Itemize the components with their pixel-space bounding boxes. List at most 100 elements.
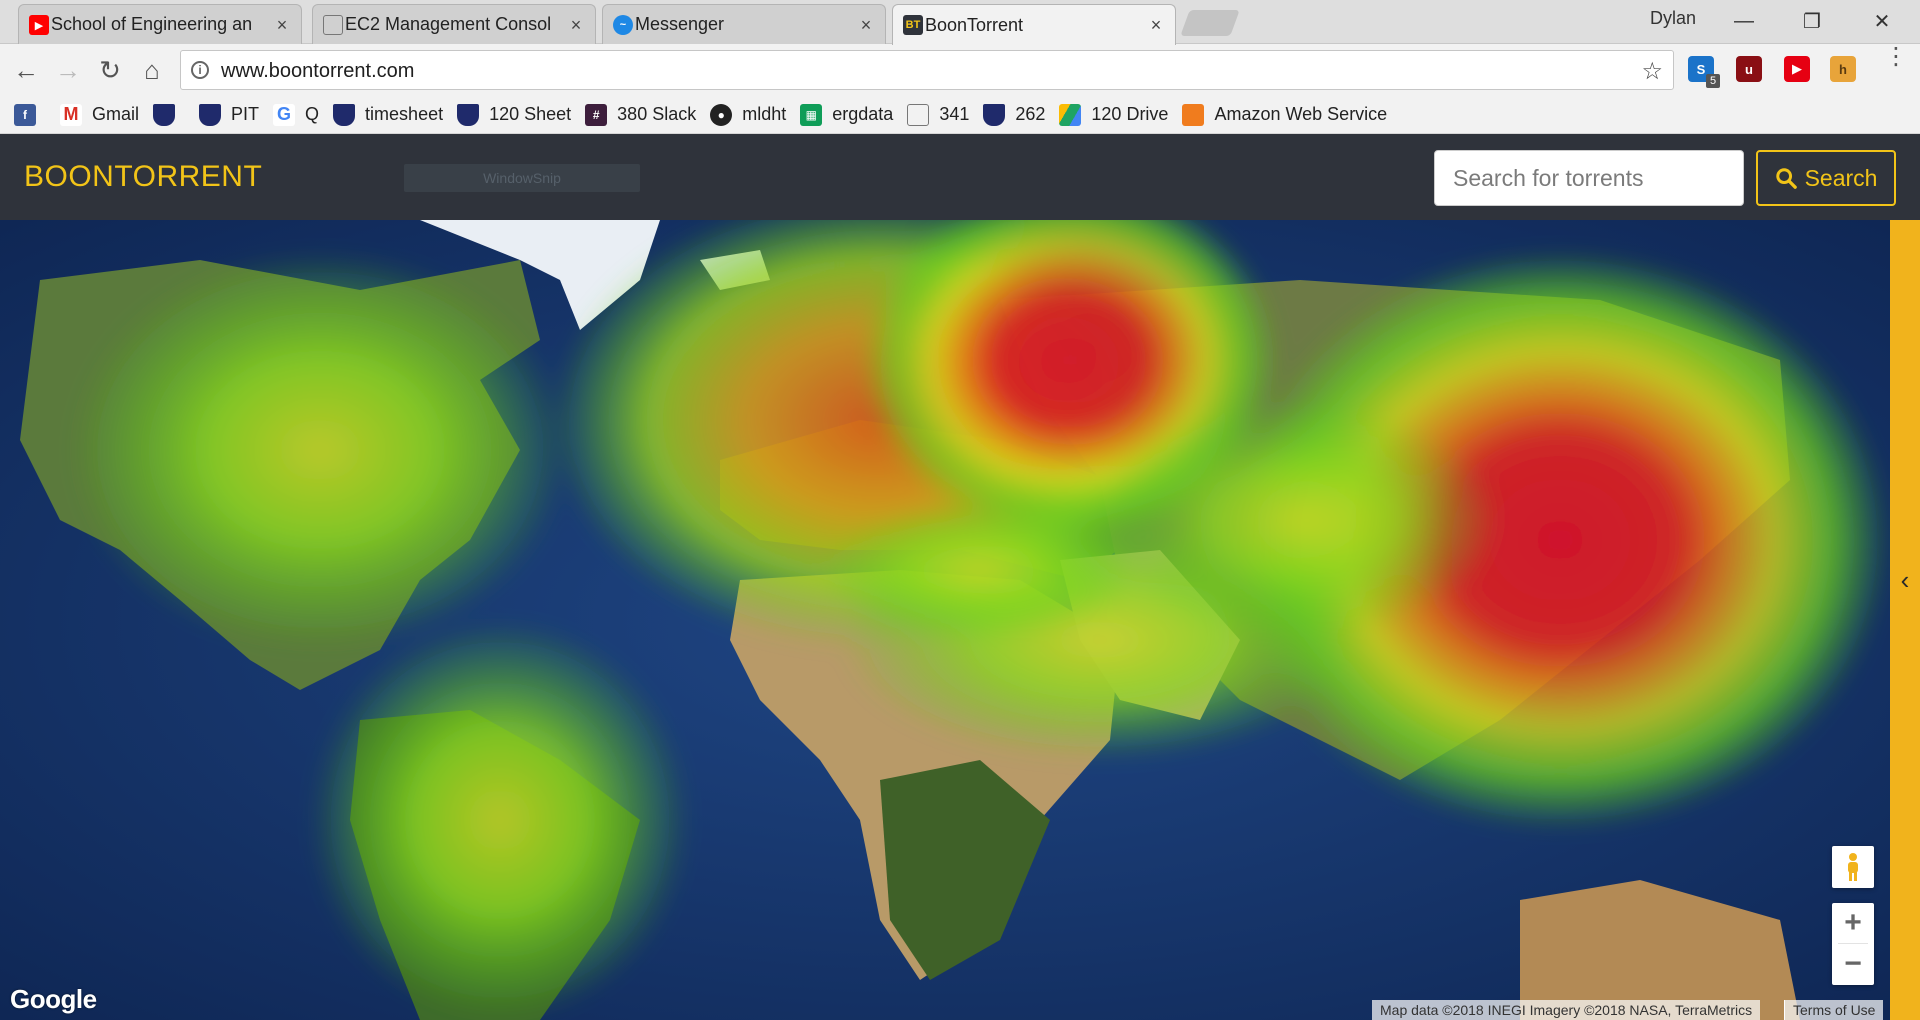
url-text[interactable]: www.boontorrent.com [221, 60, 414, 83]
tab-title: EC2 Management Consol [345, 14, 552, 34]
google-icon: G [273, 103, 296, 126]
bookmark-label: 120 Drive [1091, 104, 1169, 124]
tab-youtube[interactable]: ▶ School of Engineering an × [18, 4, 302, 44]
facebook-icon: f [14, 103, 36, 126]
bookmark-star-icon[interactable]: ☆ [1641, 57, 1663, 86]
tab-boontorrent[interactable]: BT BoonTorrent × [892, 4, 1176, 45]
bookmark-timesheet[interactable]: timesheet [333, 103, 444, 126]
terms-of-use-link[interactable]: Terms of Use [1784, 1000, 1884, 1020]
close-tab-icon[interactable]: × [273, 16, 291, 34]
heat-central-asia [1100, 400, 1500, 640]
sheets-icon: ▦ [800, 103, 823, 126]
bookmark-facebook[interactable]: f [14, 103, 46, 126]
new-tab-button[interactable] [1180, 10, 1240, 36]
tab-ec2[interactable]: EC2 Management Consol × [312, 4, 596, 44]
bookmark-gmail[interactable]: M Gmail [60, 103, 140, 126]
bookmark-ergdata[interactable]: ▦ ergdata [800, 103, 894, 126]
bookmark-pit[interactable]: PIT [199, 103, 260, 126]
site-navbar: BOONTORRENT WindowSnip Search [0, 134, 1920, 220]
close-tab-icon[interactable]: × [1147, 16, 1165, 34]
ublock-extension-icon[interactable]: u [1736, 56, 1762, 82]
search-icon [1775, 168, 1797, 189]
penn-shield-icon [333, 103, 356, 126]
address-bar[interactable]: i www.boontorrent.com ☆ [180, 50, 1674, 90]
slack-icon: # [585, 103, 608, 126]
minimize-icon[interactable]: — [1724, 6, 1764, 36]
zoom-in-button[interactable]: + [1832, 903, 1874, 943]
map-attribution: Map data ©2018 INEGI Imagery ©2018 NASA,… [1372, 1000, 1761, 1020]
bookmark-label: 262 [1015, 104, 1046, 124]
page-icon [323, 15, 343, 35]
zoom-control: + − [1832, 903, 1874, 985]
penn-shield-icon [457, 103, 480, 126]
bookmark-label: Q [305, 104, 320, 124]
tab-messenger[interactable]: ~ Messenger × [602, 4, 886, 44]
gmail-icon: M [60, 103, 82, 126]
back-icon[interactable]: ← [10, 54, 42, 86]
site-info-icon[interactable]: i [191, 61, 209, 79]
penn-shield-icon [153, 103, 176, 126]
bookmark-label: mldht [742, 104, 787, 124]
torrent-search-input[interactable] [1434, 150, 1744, 206]
boontorrent-favicon: BT [903, 15, 923, 35]
bookmark-380-slack[interactable]: #380 Slack [585, 103, 697, 126]
bookmark-120-drive[interactable]: 120 Drive [1059, 103, 1169, 126]
google-logo[interactable]: Google [10, 984, 97, 1015]
profile-name[interactable]: Dylan [1650, 8, 1696, 29]
browser-tab-strip: ▶ School of Engineering an × EC2 Managem… [0, 0, 1920, 45]
bookmark-label: ergdata [832, 104, 894, 124]
honey-extension-icon[interactable]: h [1830, 56, 1856, 82]
pegman-icon [1848, 853, 1858, 881]
bookmark-label: timesheet [365, 104, 444, 124]
bookmark-label: 380 Slack [617, 104, 697, 124]
bookmark-262[interactable]: 262 [983, 103, 1046, 126]
browser-toolbar: ← → ↻ ⌂ i www.boontorrent.com ☆ S u ▶ h [0, 44, 1920, 96]
bookmark-aws[interactable]: Amazon Web Service [1182, 103, 1388, 126]
bookmark-120-sheet[interactable]: 120 Sheet [457, 103, 572, 126]
bookmark-mldht[interactable]: ● mldht [710, 103, 787, 126]
heatmap-map[interactable]: Google [0, 220, 1890, 1020]
bookmark-label: 341 [939, 104, 970, 124]
windowsnip-overlay: WindowSnip [404, 164, 640, 192]
github-icon: ● [710, 103, 733, 126]
tab-title: School of Engineering an [51, 14, 253, 34]
youtube-icon: ▶ [29, 15, 49, 35]
chrome-menu-icon[interactable]: ⋮ [1884, 45, 1908, 69]
bookmarks-bar: f M Gmail PIT GQ timesheet 120 Sheet #380… [0, 96, 1920, 134]
extension-badge: 5 [1706, 74, 1720, 88]
world-satellite-map [0, 220, 1890, 1020]
chevron-left-icon[interactable]: ‹ [1893, 565, 1917, 595]
bookmark-label: Gmail [92, 104, 140, 124]
restore-icon[interactable]: ❐ [1792, 6, 1832, 36]
bookmark-label: Amazon Web Service [1214, 104, 1388, 124]
bookmark-label: 120 Sheet [489, 104, 572, 124]
heat-north-america [70, 250, 570, 650]
tab-title: BoonTorrent [925, 14, 1024, 35]
youtube-extension-icon[interactable]: ▶ [1784, 56, 1810, 82]
close-tab-icon[interactable]: × [567, 16, 585, 34]
home-icon[interactable]: ⌂ [136, 54, 168, 86]
aws-icon [1182, 103, 1205, 126]
close-tab-icon[interactable]: × [857, 16, 875, 34]
forward-icon[interactable]: → [52, 54, 84, 86]
bookmark-penn[interactable] [153, 103, 185, 126]
page-icon [907, 103, 930, 126]
street-view-pegman-icon[interactable] [1832, 846, 1874, 888]
zoom-out-button[interactable]: − [1832, 944, 1874, 984]
heat-mediterranean [820, 500, 1140, 640]
site-brand-logo[interactable]: BOONTORRENT [24, 160, 262, 194]
side-panel-strip[interactable] [1890, 220, 1920, 1020]
search-button-label: Search [1804, 164, 1878, 191]
penn-shield-icon [199, 103, 222, 126]
close-window-icon[interactable]: ✕ [1862, 6, 1902, 36]
search-button[interactable]: Search [1756, 150, 1896, 206]
messenger-icon: ~ [613, 15, 633, 35]
drive-icon [1059, 103, 1082, 126]
bookmark-q[interactable]: GQ [273, 103, 320, 126]
bookmark-label: PIT [231, 104, 260, 124]
reload-icon[interactable]: ↻ [94, 54, 126, 86]
heat-south-america [310, 620, 690, 1020]
bookmark-341[interactable]: 341 [907, 103, 970, 126]
tab-title: Messenger [635, 14, 725, 34]
penn-shield-icon [983, 103, 1006, 126]
